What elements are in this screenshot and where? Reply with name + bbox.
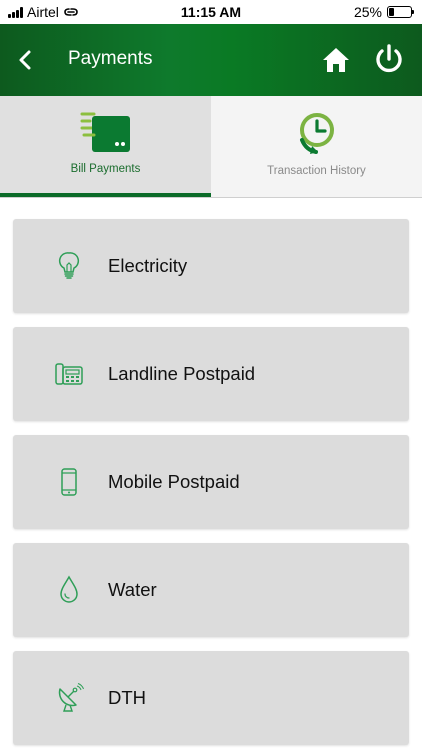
bill-item-landline-postpaid[interactable]: Landline Postpaid <box>13 327 409 421</box>
bill-payment-icon <box>80 112 130 152</box>
bill-item-label: Landline Postpaid <box>108 363 256 384</box>
telephone-icon <box>54 359 84 389</box>
bill-item-water[interactable]: Water <box>13 543 409 637</box>
clock-history-icon <box>299 113 334 154</box>
back-button[interactable] <box>12 46 38 74</box>
water-drop-icon <box>54 575 84 605</box>
tab-label: Bill Payments <box>70 163 141 175</box>
satellite-dish-icon <box>54 683 84 713</box>
bill-item-dth[interactable]: DTH <box>13 651 409 745</box>
battery-percent: 25% <box>353 4 382 20</box>
bill-item-label: DTH <box>108 687 147 708</box>
power-icon <box>376 44 402 73</box>
tab-transaction-history[interactable]: Transaction History <box>211 96 422 197</box>
home-icon <box>323 48 349 72</box>
mobile-phone-icon <box>54 467 84 497</box>
status-bar: Airtel 11:15 AM 25% <box>0 0 422 24</box>
tab-label: Transaction History <box>267 165 366 177</box>
power-button[interactable] <box>372 42 406 76</box>
light-bulb-icon <box>54 251 84 281</box>
bill-item-mobile-postpaid[interactable]: Mobile Postpaid <box>13 435 409 529</box>
battery-icon <box>387 6 414 18</box>
chevron-left-icon <box>19 50 31 70</box>
bill-item-label: Mobile Postpaid <box>108 471 240 492</box>
tab-bill-payments[interactable]: Bill Payments <box>0 96 211 197</box>
bill-category-list: Electricity Landline Postpaid Mobile Pos… <box>13 219 409 750</box>
bill-item-label: Electricity <box>108 255 188 276</box>
app-header: Payments <box>0 24 422 96</box>
status-right: 25% <box>353 4 414 20</box>
tabs-divider <box>0 197 422 198</box>
bill-item-label: Water <box>108 579 157 600</box>
page-title: Payments <box>68 48 153 69</box>
payment-tabs: Bill Payments Transaction History <box>0 96 422 197</box>
home-button[interactable] <box>320 44 352 76</box>
bill-item-electricity[interactable]: Electricity <box>13 219 409 313</box>
